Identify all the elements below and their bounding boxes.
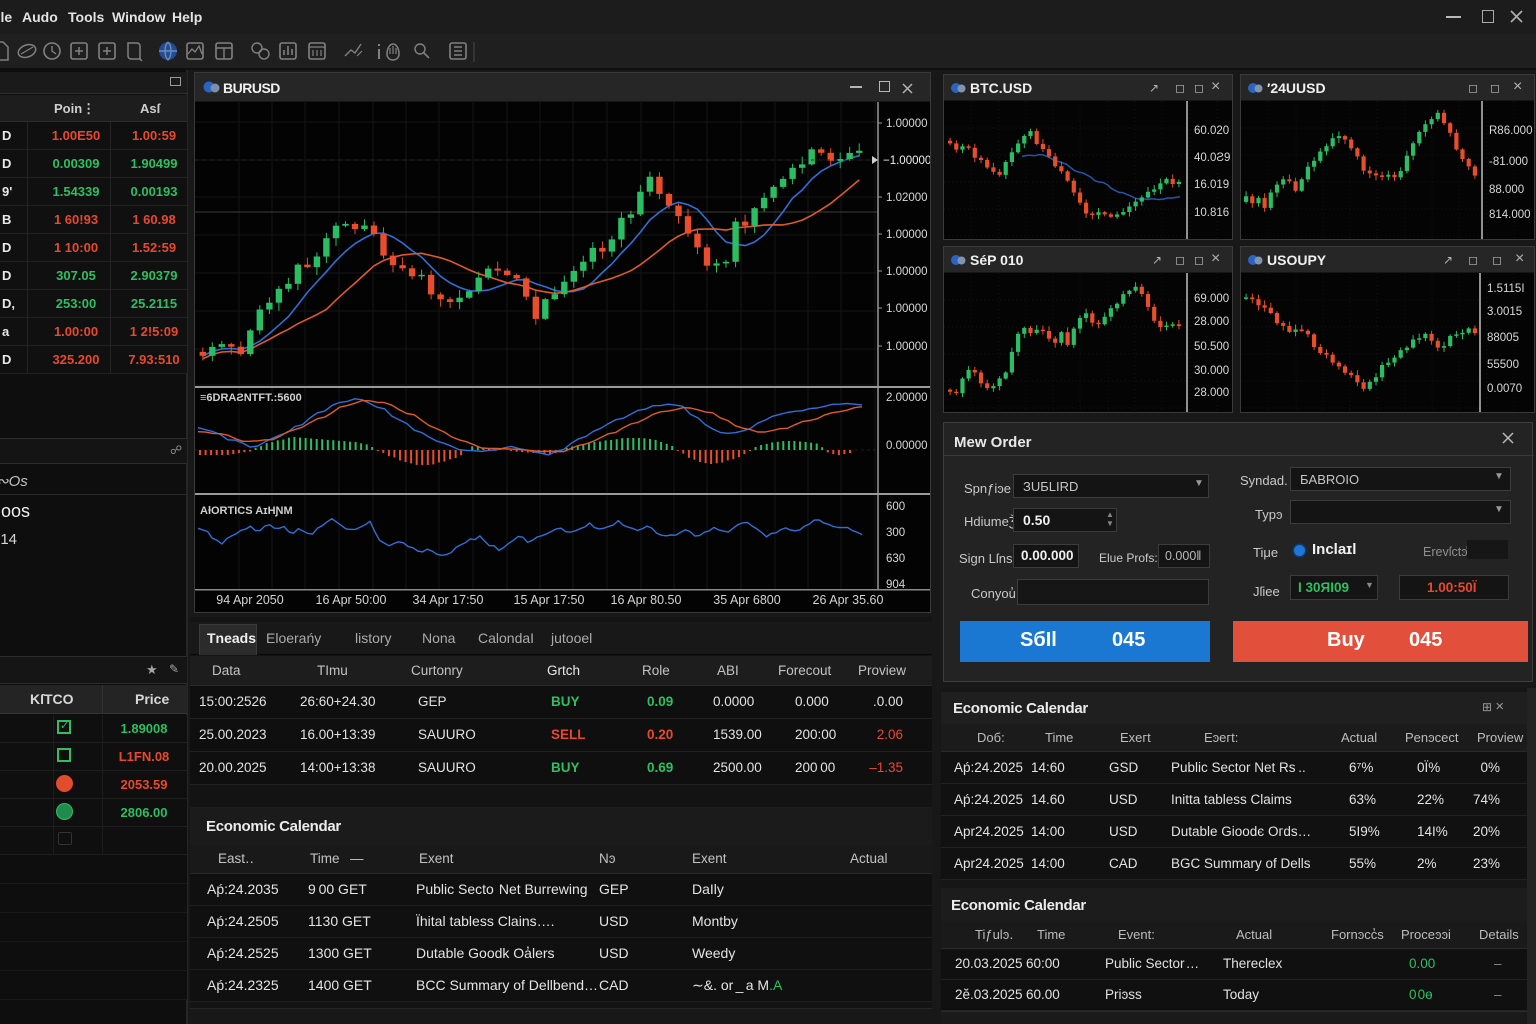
svg-text:30.000: 30.000 bbox=[1194, 365, 1229, 377]
svg-text:26 Apr 35.60: 26 Apr 35.60 bbox=[813, 593, 884, 607]
svg-text:34 Apr 17:50: 34 Apr 17:50 bbox=[413, 593, 484, 607]
svg-text:69.000: 69.000 bbox=[1194, 293, 1229, 305]
svg-text:−1.00000: −1.00000 bbox=[883, 155, 930, 167]
svg-text:16 Apr 50:00: 16 Apr 50:00 bbox=[316, 593, 387, 607]
svg-text:2.00000: 2.00000 bbox=[886, 392, 928, 404]
svg-text:630: 630 bbox=[886, 553, 905, 565]
svg-text:-81.000: -81.000 bbox=[1489, 156, 1528, 168]
svg-text:16 Apr 80.50: 16 Apr 80.50 bbox=[611, 593, 682, 607]
svg-text:R86.000: R86.000 bbox=[1489, 125, 1532, 137]
svg-text:60.020: 60.020 bbox=[1194, 125, 1229, 137]
svg-text:814.000: 814.000 bbox=[1489, 209, 1531, 221]
svg-text:10.816: 10.816 bbox=[1194, 207, 1229, 219]
svg-text:600: 600 bbox=[886, 501, 905, 513]
svg-text:16.019: 16.019 bbox=[1194, 179, 1229, 191]
svg-text:55500: 55500 bbox=[1487, 359, 1519, 371]
svg-text:1.00000: 1.00000 bbox=[886, 118, 928, 130]
svg-text:88.000: 88.000 bbox=[1489, 184, 1524, 196]
svg-text:50.500: 50.500 bbox=[1194, 341, 1229, 353]
svg-text:1.00000: 1.00000 bbox=[886, 341, 928, 353]
svg-text:300: 300 bbox=[886, 527, 905, 539]
svg-text:94 Apr 2050: 94 Apr 2050 bbox=[216, 593, 283, 607]
svg-text:15 Apr 17:50: 15 Apr 17:50 bbox=[514, 593, 585, 607]
svg-text:1.00000: 1.00000 bbox=[886, 229, 928, 241]
svg-text:3.0015: 3.0015 bbox=[1487, 306, 1522, 318]
svg-text:28.000: 28.000 bbox=[1194, 387, 1229, 399]
svg-text:0.0070: 0.0070 bbox=[1487, 383, 1522, 395]
svg-text:40.0Ƨ9: 40.0Ƨ9 bbox=[1194, 152, 1230, 164]
svg-text:1.02000: 1.02000 bbox=[886, 192, 928, 204]
svg-text:0.00000: 0.00000 bbox=[886, 440, 928, 452]
svg-text:88005: 88005 bbox=[1487, 332, 1519, 344]
svg-text:≡6DRAƧΝTFT.:5600: ≡6DRAƧΝTFT.:5600 bbox=[200, 392, 302, 404]
svg-text:1.5115Ӏ: 1.5115Ӏ bbox=[1487, 283, 1525, 295]
svg-text:AƚORTICS AɪHƝM: AƚORTICS AɪHƝM bbox=[200, 505, 293, 517]
svg-text:904: 904 bbox=[886, 579, 906, 591]
svg-text:35 Apr 6800: 35 Apr 6800 bbox=[713, 593, 780, 607]
svg-text:1.00000: 1.00000 bbox=[886, 303, 928, 315]
svg-text:28.000: 28.000 bbox=[1194, 316, 1229, 328]
svg-text:1.00000: 1.00000 bbox=[886, 266, 928, 278]
